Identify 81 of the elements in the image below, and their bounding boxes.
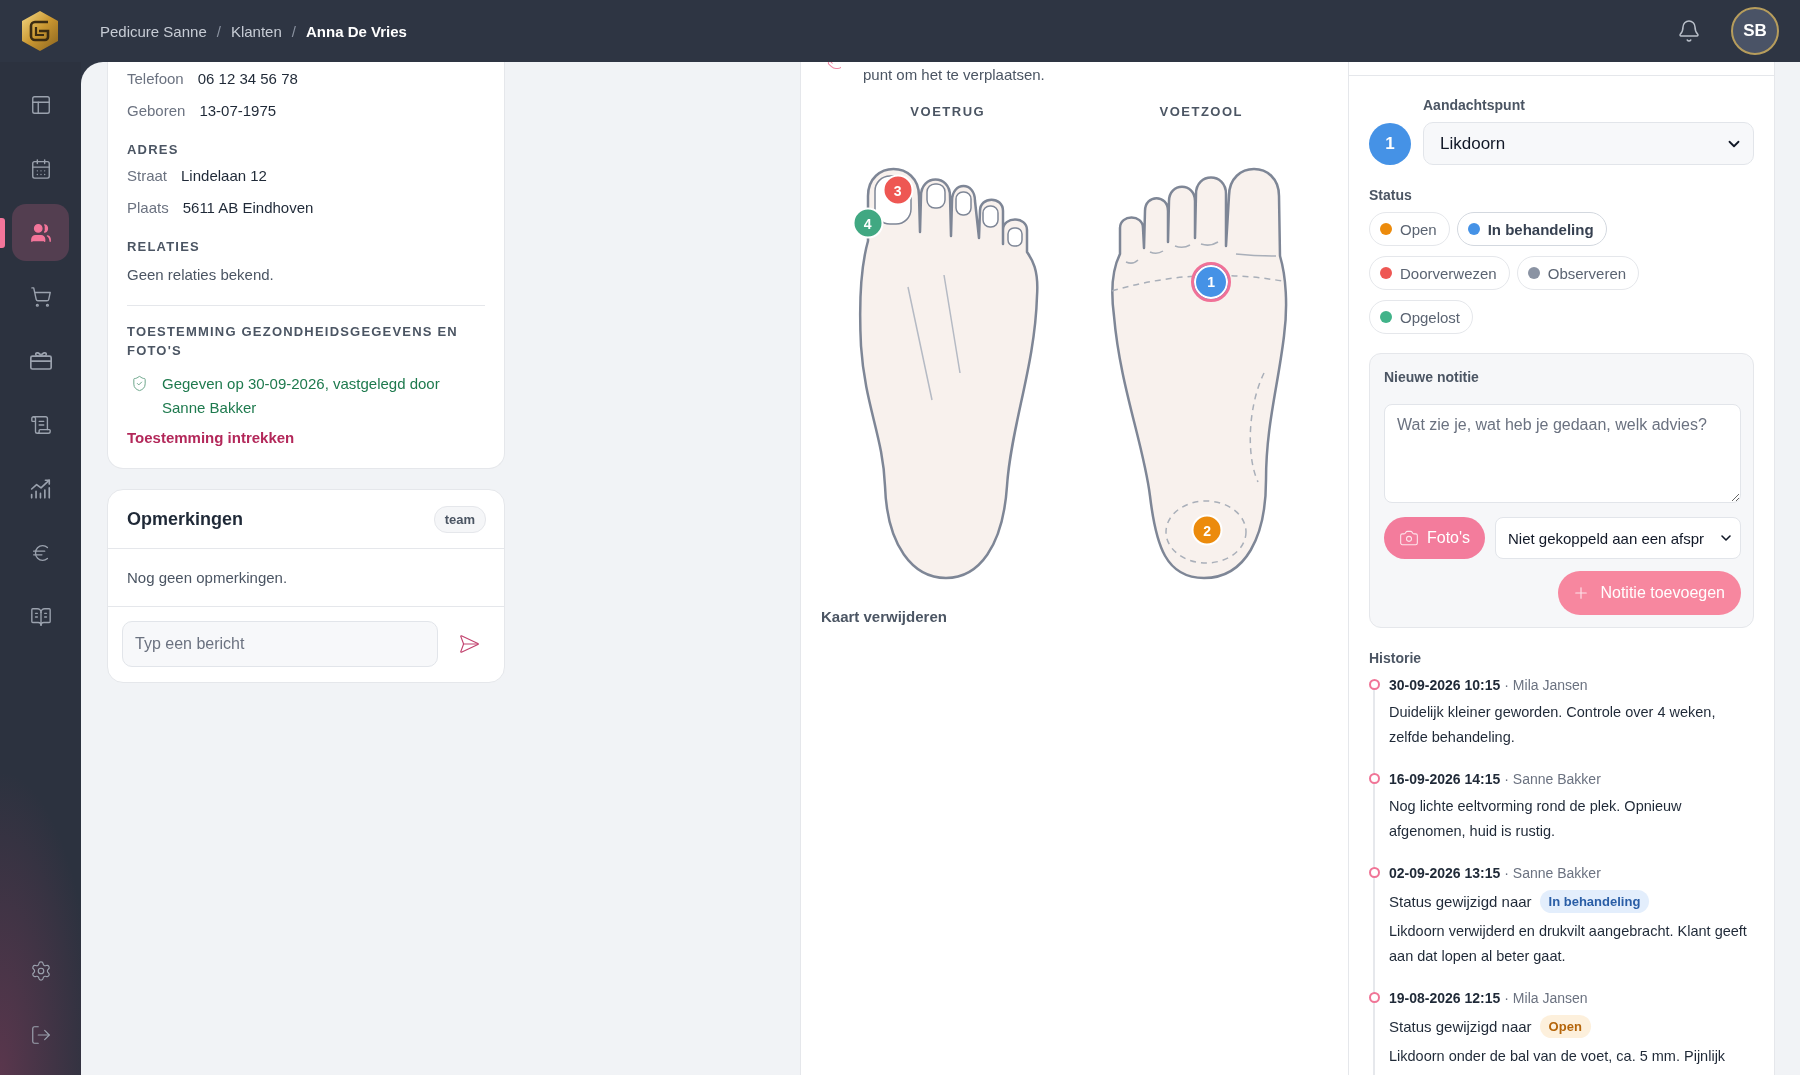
history-note-text: Nog lichte eeltvorming rond de plek. Opnieuw afgenomen, huid is rustig. — [1389, 797, 1683, 841]
status-option[interactable]: Open — [1369, 212, 1450, 246]
point-select[interactable]: Likdoorn — [1423, 122, 1754, 165]
document-icon — [29, 413, 52, 436]
view-label: VOETRUG — [910, 103, 986, 121]
field-label: Status — [1369, 186, 1413, 204]
field-value: 13-07-1975 — [199, 101, 277, 119]
consent-status-text: Gegeven op 30-09-2026, vastgelegd door Sanne Bakker — [162, 374, 441, 418]
field-label: Telefoon — [127, 69, 184, 87]
view-label: VOETZOOL — [1159, 103, 1243, 121]
status-option[interactable]: Observeren — [1516, 256, 1640, 290]
field-label: Plaats — [127, 198, 169, 216]
entry-time: 30-09-2026 10:15 — [1389, 677, 1501, 693]
status-option[interactable]: Opgelost — [1369, 300, 1474, 334]
shield-check-icon — [131, 375, 148, 392]
book-icon — [29, 605, 52, 628]
status-option[interactable]: Doorverwezen — [1369, 256, 1510, 290]
logout-icon — [29, 1023, 52, 1046]
timeline-marker-icon — [1369, 867, 1380, 878]
layout-icon — [29, 93, 52, 116]
history-note-text: Duidelijk kleiner geworden. Controle over 4 weken, zelfde behandeling. — [1389, 703, 1717, 747]
field-label: Historie — [1369, 649, 1423, 667]
send-button[interactable] — [458, 633, 480, 655]
entry-author: · Sanne Bakker — [1504, 865, 1601, 881]
active-indicator — [0, 218, 5, 248]
hint-text: punt om het te verplaatsen. — [863, 65, 1045, 85]
field-label: Nieuwe notitie — [1384, 368, 1480, 386]
notifications-button[interactable] — [1677, 19, 1701, 43]
status-badge: In behandeling — [1539, 889, 1650, 913]
send-icon — [458, 633, 480, 655]
card-title: Opmerkingen — [127, 508, 244, 530]
cart-icon — [29, 285, 52, 308]
empty-state-text: Geen relaties bekend. — [127, 265, 275, 285]
history-note-text: Likdoorn verwijderd en drukvilt aangebracht. Klant geeft aan dat lopen al beter gaat. — [1389, 922, 1748, 966]
message-input[interactable]: Typ een bericht — [122, 621, 438, 667]
hand-icon — [827, 62, 841, 70]
calendar-icon — [29, 157, 52, 180]
entry-time: 19-08-2026 12:15 — [1389, 990, 1501, 1006]
history-note-text: Likdoorn onder de bal van de voet, ca. 5 mm. Pijnlijk — [1389, 1047, 1727, 1066]
section-heading: RELATIES — [127, 238, 201, 256]
field-value: 5611 AB Eindhoven — [182, 198, 314, 216]
entry-author: · Sanne Bakker — [1504, 771, 1601, 787]
breadcrumb-separator: / — [216, 22, 221, 40]
field-label: Straat — [127, 166, 168, 184]
timeline-marker-icon — [1369, 773, 1380, 784]
bell-icon — [1677, 19, 1701, 43]
breadcrumb-link[interactable]: Anna De Vries — [305, 22, 407, 40]
field-label: Geboren — [127, 101, 186, 119]
tag-badge: team — [433, 505, 486, 533]
settings-icon — [29, 959, 52, 982]
status-badge: Open — [1539, 1014, 1591, 1038]
chart-icon — [29, 478, 52, 499]
revoke-consent-link[interactable]: Toestemming intrekken — [127, 429, 295, 446]
status-change-text: Status gewijzigd naar — [1389, 1017, 1532, 1035]
field-value: Lindelaan 12 — [181, 166, 267, 184]
breadcrumb-link[interactable]: Klanten — [230, 22, 282, 40]
timeline-marker-icon — [1369, 992, 1380, 1003]
nav-item[interactable] — [12, 204, 69, 261]
status-change-text: Status gewijzigd naar — [1389, 892, 1532, 910]
appointment-select[interactable]: Niet gekoppeld aan een afspr — [1495, 517, 1741, 559]
user-avatar[interactable]: SB — [1731, 7, 1779, 55]
entry-time: 16-09-2026 14:15 — [1389, 771, 1501, 787]
timeline-marker-icon — [1369, 679, 1380, 690]
breadcrumb-link[interactable]: Pedicure Sanne — [100, 22, 207, 40]
camera-icon — [1398, 528, 1419, 548]
section-heading: ADRES — [127, 141, 180, 159]
gift-card-icon — [29, 351, 52, 370]
logo-icon — [21, 10, 59, 52]
breadcrumb-separator: / — [291, 22, 296, 40]
entry-author: · Mila Jansen — [1504, 677, 1588, 693]
point-number: 1 — [1369, 122, 1411, 165]
entry-author: · Mila Jansen — [1504, 990, 1588, 1006]
entry-time: 02-09-2026 13:15 — [1389, 865, 1501, 881]
section-heading: TOESTEMMING GEZONDHEIDSGEGEVENS EN FOTO'S — [127, 323, 459, 360]
field-value: 06 12 34 56 78 — [197, 69, 298, 87]
status-option[interactable]: In behandeling — [1456, 212, 1607, 246]
empty-state-text: Nog geen opmerkingen. — [127, 569, 288, 586]
note-field[interactable]: Wat zie je, wat heb je gedaan, welk advies? — [1384, 404, 1741, 503]
users-icon — [29, 221, 52, 244]
delete-map-link[interactable]: Kaart verwijderen — [821, 608, 947, 625]
field-label: Aandachtspunt — [1423, 96, 1526, 114]
